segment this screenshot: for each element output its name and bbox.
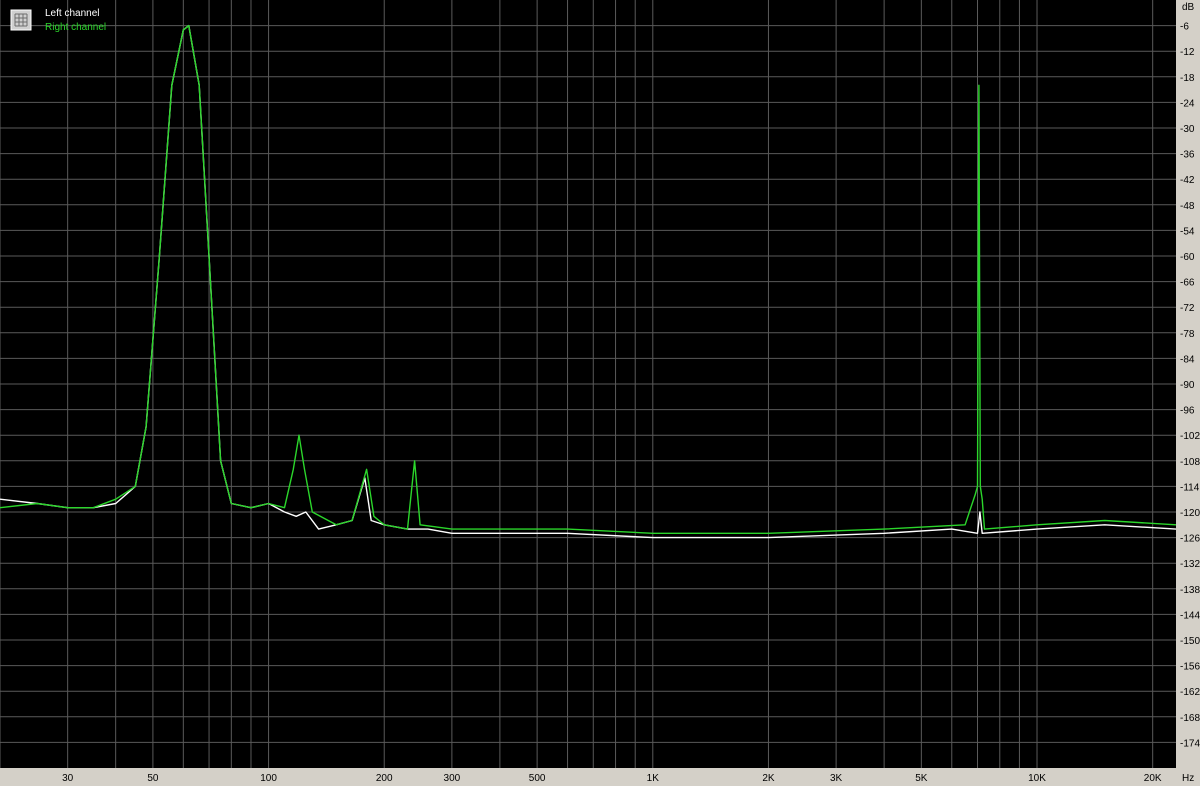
x-tick-label: 2K (762, 773, 775, 784)
y-tick-label: -48 (1180, 201, 1195, 212)
y-tick-label: -54 (1180, 226, 1195, 237)
y-tick-label: -78 (1180, 329, 1195, 340)
y-tick-label: -168 (1180, 713, 1200, 724)
y-axis: dB -6 -12 -18 -24 -30 -36 -42 -48 -54 -60 -66 -72 -78… (1180, 2, 1200, 749)
y-tick-label: -174 (1180, 738, 1200, 749)
x-tick-label: 10K (1028, 773, 1046, 784)
y-tick-label: -18 (1180, 73, 1195, 84)
x-tick-label: 50 (147, 773, 159, 784)
x-tick-label: 30 (62, 773, 74, 784)
legend-icon[interactable] (10, 9, 32, 31)
x-tick-label: 100 (260, 773, 277, 784)
legend-right-channel: Right channel (45, 22, 106, 33)
y-tick-label: -120 (1180, 508, 1200, 519)
x-tick-label: 1K (647, 773, 660, 784)
y-tick-label: -30 (1180, 124, 1195, 135)
x-axis-unit: Hz (1182, 773, 1194, 784)
y-tick-label: -90 (1180, 380, 1195, 391)
y-tick-label: -42 (1180, 175, 1195, 186)
spectrum-chart: dB -6 -12 -18 -24 -30 -36 -42 -48 -54 -60 -66 -72 -78… (0, 0, 1200, 784)
y-tick-label: -36 (1180, 150, 1195, 161)
y-tick-label: -102 (1180, 431, 1200, 442)
y-tick-label: -24 (1180, 98, 1195, 109)
y-tick-label: -84 (1180, 354, 1195, 365)
y-tick-label: -162 (1180, 687, 1200, 698)
spectrum-window: dB -6 -12 -18 -24 -30 -36 -42 -48 -54 -60 -66 -72 -78… (0, 0, 1200, 786)
x-tick-label: 300 (444, 773, 461, 784)
x-tick-label: 3K (830, 773, 843, 784)
y-tick-label: -96 (1180, 406, 1195, 417)
x-tick-label: 20K (1144, 773, 1162, 784)
y-tick-label: -12 (1180, 47, 1195, 58)
y-tick-label: -126 (1180, 534, 1200, 545)
y-tick-label: -144 (1180, 610, 1200, 621)
y-tick-label: -150 (1180, 636, 1200, 647)
y-tick-label: -132 (1180, 559, 1200, 570)
x-tick-label: 5K (915, 773, 928, 784)
y-tick-label: -6 (1180, 22, 1189, 33)
x-tick-label: 500 (529, 773, 546, 784)
y-tick-label: -138 (1180, 585, 1200, 596)
y-axis-unit: dB (1182, 2, 1195, 13)
x-axis: 30 50 100 200 300 500 1K 2K 3K 5K 10K 20K Hz (62, 773, 1194, 784)
y-tick-label: -108 (1180, 457, 1200, 468)
y-tick-label: -156 (1180, 662, 1200, 673)
y-tick-label: -114 (1180, 482, 1200, 493)
y-tick-label: -66 (1180, 278, 1195, 289)
y-tick-label: -60 (1180, 252, 1195, 263)
x-tick-label: 200 (376, 773, 393, 784)
y-tick-label: -72 (1180, 303, 1195, 314)
legend-left-channel: Left channel (45, 8, 100, 19)
